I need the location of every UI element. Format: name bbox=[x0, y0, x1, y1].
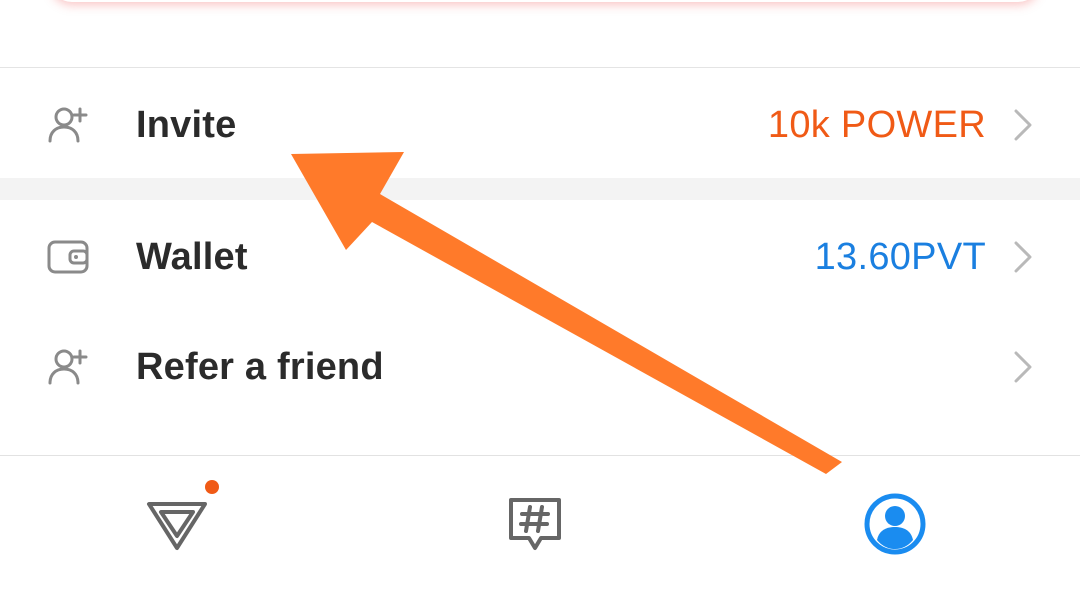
triangle-logo-icon bbox=[143, 494, 211, 559]
section-separator bbox=[0, 178, 1080, 200]
top-card-edge bbox=[50, 0, 1040, 2]
profile-icon bbox=[863, 492, 927, 561]
add-user-icon bbox=[44, 101, 92, 149]
menu-item-label: Invite bbox=[136, 103, 237, 146]
menu-item-refer-friend[interactable]: Refer a friend bbox=[0, 312, 1080, 422]
wallet-balance: 13.60PVT bbox=[814, 235, 986, 278]
nav-tab-topics[interactable] bbox=[495, 486, 575, 566]
chevron-right-icon bbox=[1012, 239, 1034, 275]
add-user-icon bbox=[44, 343, 92, 391]
power-reward-value: 10k POWER bbox=[767, 103, 986, 146]
menu-item-label: Wallet bbox=[136, 235, 248, 278]
chevron-right-icon bbox=[1012, 107, 1034, 143]
chevron-right-icon bbox=[1012, 349, 1034, 385]
bottom-nav bbox=[0, 455, 1080, 592]
menu-item-wallet[interactable]: Wallet 13.60PVT bbox=[0, 202, 1080, 312]
divider bbox=[0, 67, 1080, 68]
menu-item-invite[interactable]: Invite 10k POWER bbox=[0, 70, 1080, 180]
menu-item-label: Refer a friend bbox=[136, 345, 384, 388]
hashtag-chat-icon bbox=[505, 494, 565, 559]
notification-dot bbox=[205, 480, 219, 494]
nav-tab-home[interactable] bbox=[137, 480, 219, 566]
wallet-icon bbox=[44, 233, 92, 281]
nav-tab-profile[interactable] bbox=[855, 486, 935, 566]
